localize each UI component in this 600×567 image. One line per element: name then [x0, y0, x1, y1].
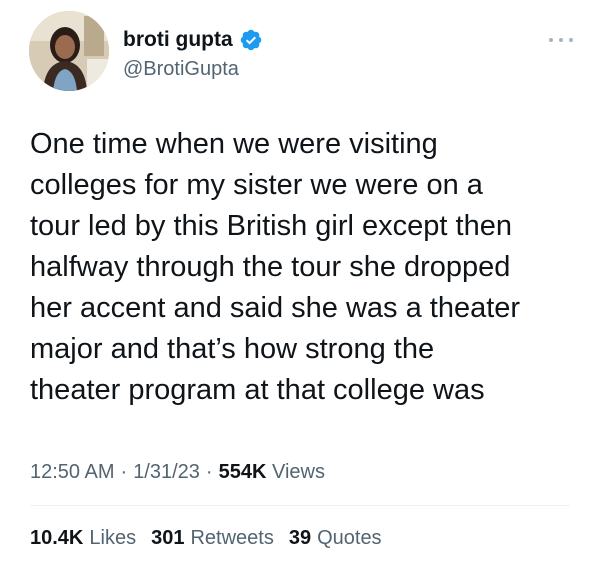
avatar-photo	[29, 11, 109, 91]
more-dot	[549, 38, 553, 42]
views-count: 554K	[218, 461, 267, 483]
retweets-count: 301	[151, 527, 185, 549]
more-dot	[559, 38, 563, 42]
likes-stat[interactable]: 10.4K Likes	[30, 524, 136, 552]
tweet-text-line: her accent and said she was a theater	[30, 292, 521, 324]
quotes-label: Quotes	[317, 527, 382, 549]
divider	[30, 505, 570, 506]
likes-label: Likes	[89, 527, 137, 549]
retweets-label: Retweets	[190, 527, 274, 549]
author-handle[interactable]: @BrotiGupta	[123, 56, 239, 82]
engagement-stats: 10.4K Likes 301 Retweets 39 Quotes	[30, 524, 397, 552]
tweet-time[interactable]: 12:50 AM	[30, 461, 115, 483]
tweet-text: One time when we were visiting colleges …	[30, 124, 590, 411]
author-name-row: broti gupta	[123, 26, 263, 54]
retweets-stat[interactable]: 301 Retweets	[151, 524, 274, 552]
quotes-count: 39	[288, 527, 312, 549]
tweet-date[interactable]: 1/31/23	[133, 461, 200, 483]
tweet-card: broti gupta @BrotiGupta One time when we…	[0, 0, 600, 567]
verified-badge-icon	[239, 28, 263, 52]
more-options-icon[interactable]	[549, 36, 573, 44]
meta-separator: ·	[205, 461, 213, 483]
tweet-text-line: halfway through the tour she dropped	[30, 251, 511, 283]
tweet-text-line: tour led by this British girl except the…	[30, 210, 512, 242]
more-dot	[569, 38, 573, 42]
likes-count: 10.4K	[30, 527, 84, 549]
tweet-meta: 12:50 AM · 1/31/23 · 554K Views	[30, 458, 325, 486]
display-name[interactable]: broti gupta	[123, 26, 233, 54]
tweet-text-line: One time when we were visiting	[30, 128, 438, 160]
tweet-text-line: theater program at that college was	[30, 374, 485, 406]
tweet-text-line: colleges for my sister we were on a	[30, 169, 483, 201]
views-label: Views	[271, 461, 325, 483]
quotes-stat[interactable]: 39 Quotes	[289, 524, 382, 552]
meta-separator: ·	[120, 461, 128, 483]
tweet-text-line: major and that’s how strong the	[30, 333, 435, 365]
avatar[interactable]	[29, 11, 109, 91]
